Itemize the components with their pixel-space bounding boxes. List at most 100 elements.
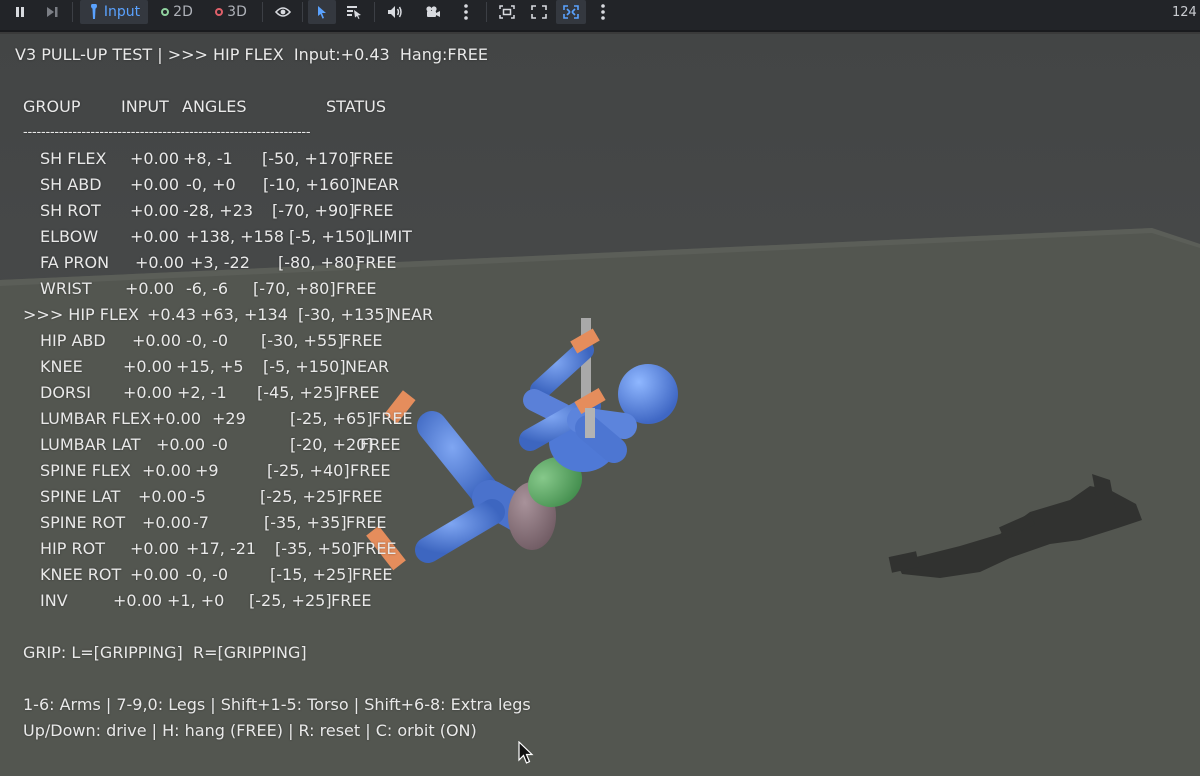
grip-status: GRIP: L=[GRIPPING] R=[GRIPPING] bbox=[23, 643, 307, 662]
3d-mode-label: 3D bbox=[227, 4, 247, 20]
joint-row-input: +0.43 bbox=[147, 305, 197, 324]
input-mode-label: Input bbox=[103, 4, 141, 20]
joint-row-group: KNEE bbox=[40, 357, 83, 376]
stretch-fit-button[interactable] bbox=[556, 0, 586, 24]
joint-row-status: FREE bbox=[352, 565, 393, 584]
pause-icon bbox=[16, 7, 24, 17]
list-select-button[interactable] bbox=[340, 0, 368, 24]
joint-row-group: >>> HIP FLEX bbox=[23, 305, 139, 324]
joint-row-range: [-30, +55] bbox=[261, 331, 344, 350]
joint-row-input: +0.00 bbox=[152, 409, 202, 428]
joint-row-group: SPINE LAT bbox=[40, 487, 121, 506]
joint-row-status: NEAR bbox=[389, 305, 434, 324]
next-frame-button[interactable] bbox=[40, 0, 64, 24]
joint-row-group: LUMBAR LAT bbox=[40, 435, 141, 454]
joint-row-angles: +15, +5 bbox=[176, 357, 244, 376]
joint-row-angles: -0, -0 bbox=[186, 565, 229, 584]
joint-row-angles: +138, +158 bbox=[186, 227, 285, 246]
joint-row-range: [-35, +35] bbox=[264, 513, 347, 532]
joint-row-status: FREE bbox=[360, 435, 401, 454]
fit-arrows-icon bbox=[563, 5, 579, 19]
joint-row-group: ELBOW bbox=[40, 227, 99, 246]
joint-row-status: NEAR bbox=[345, 357, 390, 376]
next-frame-icon bbox=[47, 7, 58, 17]
joint-row-range: [-15, +25] bbox=[270, 565, 353, 584]
joint-row-angles: -0, +0 bbox=[186, 175, 236, 194]
joint-row-range: [-25, +25] bbox=[249, 591, 332, 610]
joint-row-status: FREE bbox=[336, 279, 377, 298]
joint-row-group: SH FLEX bbox=[40, 149, 107, 168]
joint-row-angles: +17, -21 bbox=[186, 539, 257, 558]
joint-row-input: +0.00 bbox=[130, 201, 180, 220]
joint-row-status: FREE bbox=[342, 331, 383, 350]
select-mode-button[interactable] bbox=[308, 0, 336, 24]
joint-row-group: HIP ABD bbox=[40, 331, 106, 350]
kebab-menu-icon bbox=[464, 4, 468, 20]
keep-aspect-button[interactable] bbox=[526, 0, 552, 24]
speaker-icon bbox=[388, 6, 402, 18]
3d-scene bbox=[0, 34, 1200, 776]
joint-row-group: KNEE ROT bbox=[40, 565, 122, 584]
toolbar-divider bbox=[374, 2, 375, 22]
3d-ring-icon bbox=[215, 8, 224, 16]
joint-row-angles: -7 bbox=[193, 513, 209, 532]
joint-row-angles: +63, +134 bbox=[200, 305, 288, 324]
joint-row-status: NEAR bbox=[355, 175, 400, 194]
joint-row-status: FREE bbox=[350, 461, 391, 480]
game-toolbar: Input 2D 3D 124 bbox=[0, 0, 1200, 32]
camera-options-button[interactable] bbox=[454, 0, 478, 24]
joint-row-group: FA PRON bbox=[40, 253, 110, 272]
joint-row-group: SH ABD bbox=[40, 175, 102, 194]
mouse-cursor-icon bbox=[518, 741, 534, 764]
pause-button[interactable] bbox=[8, 0, 32, 24]
joint-row-input: +0.00 bbox=[130, 227, 180, 246]
joint-row-input: +0.00 bbox=[135, 253, 185, 272]
joint-row-range: [-10, +160] bbox=[263, 175, 356, 194]
joint-row-status: FREE bbox=[346, 513, 387, 532]
list-cursor-icon bbox=[347, 6, 361, 19]
joint-row-range: [-25, +25] bbox=[260, 487, 343, 506]
camera-override-button[interactable] bbox=[420, 0, 446, 24]
viewport-size-readout: 124 bbox=[1172, 4, 1197, 20]
joint-row-input: +0.00 bbox=[132, 331, 182, 350]
joint-row-input: +0.00 bbox=[138, 487, 188, 506]
joint-row-group: LUMBAR FLEX bbox=[40, 409, 151, 428]
movie-camera-icon bbox=[426, 6, 440, 17]
joint-row-range: [-80, +80] bbox=[278, 253, 361, 272]
input-mode-button[interactable]: Input bbox=[80, 0, 148, 24]
joint-row-range: [-25, +65] bbox=[290, 409, 373, 428]
3d-mode-button[interactable]: 3D bbox=[208, 0, 254, 24]
help-line-2: Up/Down: drive | H: hang (FREE) | R: res… bbox=[23, 721, 477, 740]
visibility-button[interactable] bbox=[270, 0, 296, 24]
game-viewport[interactable]: V3 PULL-UP TEST | >>> HIP FLEX Input:+0.… bbox=[0, 34, 1200, 776]
joint-row-status: FREE bbox=[353, 149, 394, 168]
joint-row-input: +0.00 bbox=[130, 175, 180, 194]
column-header-status: STATUS bbox=[326, 97, 387, 116]
eye-icon bbox=[275, 7, 291, 17]
overlay-title: V3 PULL-UP TEST | >>> HIP FLEX Input:+0.… bbox=[15, 45, 488, 64]
joint-row-status: FREE bbox=[353, 201, 394, 220]
embed-game-button[interactable] bbox=[494, 0, 520, 24]
joint-row-group: SH ROT bbox=[40, 201, 101, 220]
toolbar-divider bbox=[72, 2, 73, 22]
joint-row-group: HIP ROT bbox=[40, 539, 105, 558]
toolbar-divider bbox=[486, 2, 487, 22]
embed-window-icon bbox=[499, 5, 515, 19]
column-header-angles: ANGLES bbox=[182, 97, 247, 116]
embed-options-button[interactable] bbox=[592, 0, 614, 24]
joint-row-angles: +9 bbox=[195, 461, 219, 480]
joint-row-angles: -6, -6 bbox=[186, 279, 229, 298]
joint-row-range: [-50, +170] bbox=[262, 149, 355, 168]
joint-row-input: +0.00 bbox=[142, 461, 192, 480]
joint-row-range: [-35, +50] bbox=[275, 539, 358, 558]
2d-ring-icon bbox=[161, 8, 170, 16]
toolbar-divider bbox=[262, 2, 263, 22]
joint-row-range: [-30, +135] bbox=[298, 305, 391, 324]
joint-row-group: INV bbox=[40, 591, 68, 610]
joint-row-status: FREE bbox=[339, 383, 380, 402]
expand-corners-icon bbox=[531, 5, 547, 19]
audio-mute-button[interactable] bbox=[382, 0, 408, 24]
2d-mode-button[interactable]: 2D bbox=[154, 0, 200, 24]
joint-row-input: +0.00 bbox=[125, 279, 175, 298]
column-header-group: GROUP bbox=[23, 97, 81, 116]
